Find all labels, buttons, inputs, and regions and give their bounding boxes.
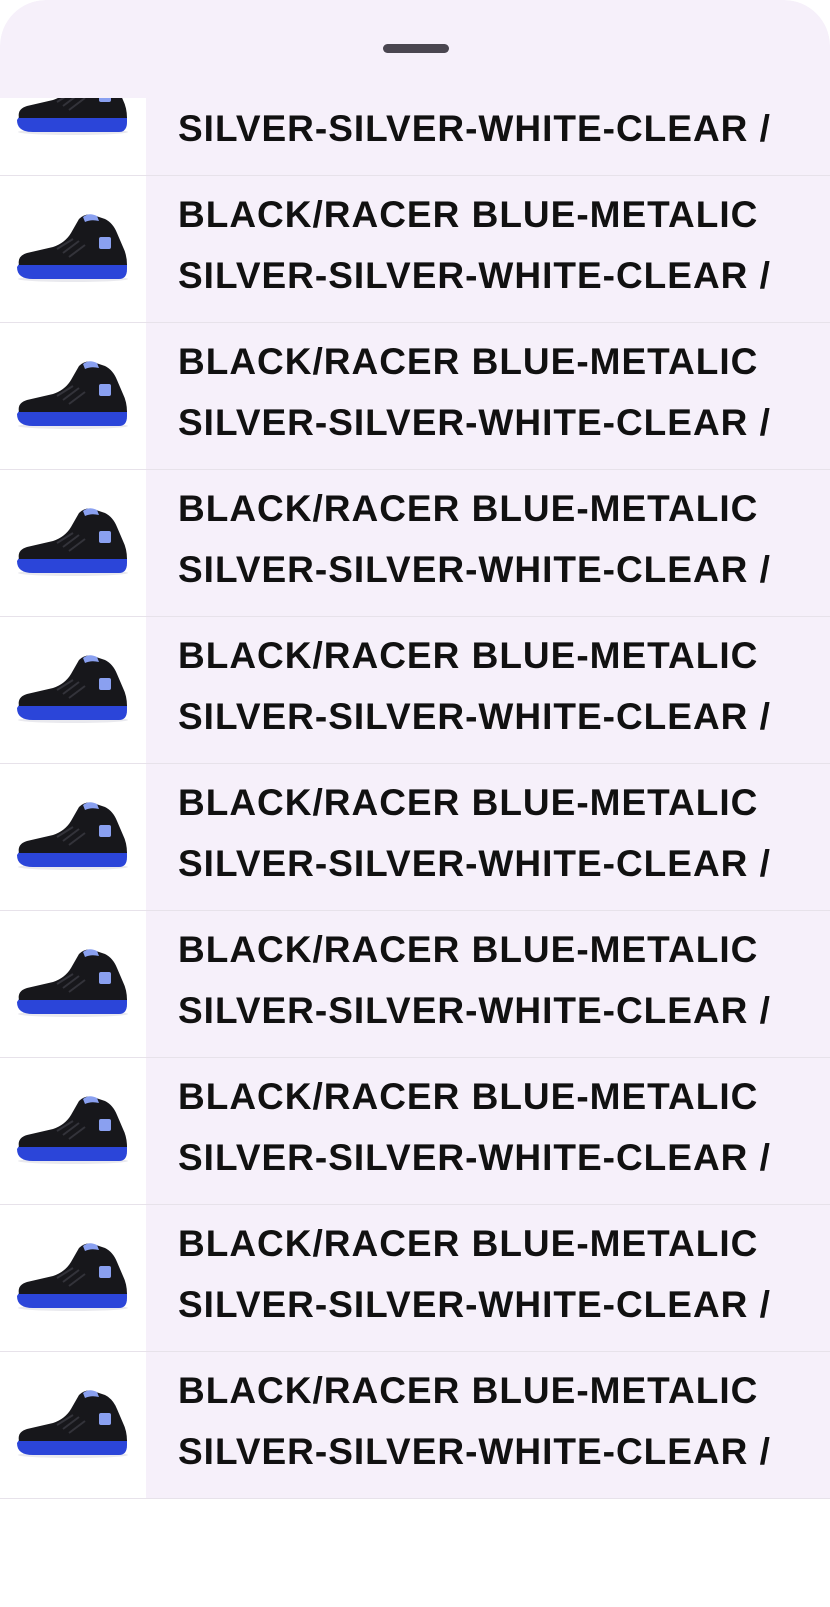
variant-text-area: BLACK/RACER BLUE-METALIC SILVER-SILVER-W… <box>146 1205 830 1351</box>
sneaker-thumbnail-icon <box>0 176 146 322</box>
variant-row-1[interactable]: BLACK/RACER BLUE-METALIC SILVER-SILVER-W… <box>0 176 830 323</box>
variant-row-2[interactable]: BLACK/RACER BLUE-METALIC SILVER-SILVER-W… <box>0 323 830 470</box>
variant-label: BLACK/RACER BLUE-METALIC SILVER-SILVER-W… <box>178 929 771 1057</box>
drag-handle-icon[interactable] <box>383 44 449 53</box>
sneaker-thumbnail-icon <box>0 1058 146 1204</box>
sneaker-thumbnail-icon <box>0 1352 146 1498</box>
variant-row-9[interactable]: BLACK/RACER BLUE-METALIC SILVER-SILVER-W… <box>0 1352 830 1499</box>
variant-label: BLACK/RACER BLUE-METALIC SILVER-SILVER-W… <box>178 1076 771 1204</box>
variant-text-area: BLACK/RACER BLUE-METALIC SILVER-SILVER-W… <box>146 1352 830 1498</box>
sneaker-thumbnail-icon <box>0 1205 146 1351</box>
variant-label: BLACK/RACER BLUE-METALIC SILVER-SILVER-W… <box>178 635 771 763</box>
variant-text-area: BLACK/RACER BLUE-METALIC SILVER-SILVER-W… <box>146 176 830 322</box>
variant-label: BLACK/RACER BLUE-METALIC SILVER-SILVER-W… <box>178 1223 771 1351</box>
variant-row-5[interactable]: BLACK/RACER BLUE-METALIC SILVER-SILVER-W… <box>0 764 830 911</box>
variant-text-area: BLACK/RACER BLUE-METALIC SILVER-SILVER-W… <box>146 470 830 616</box>
variant-row-6[interactable]: BLACK/RACER BLUE-METALIC SILVER-SILVER-W… <box>0 911 830 1058</box>
variant-text-area: BLACK/RACER BLUE-METALIC SILVER-SILVER-W… <box>146 323 830 469</box>
variant-row-3[interactable]: BLACK/RACER BLUE-METALIC SILVER-SILVER-W… <box>0 470 830 617</box>
variant-label: BLACK/RACER BLUE-METALIC SILVER-SILVER-W… <box>178 194 771 322</box>
variant-label: BLACK/RACER BLUE-METALIC SILVER-SILVER-W… <box>178 1370 771 1498</box>
variant-label: BLACK/RACER BLUE-METALIC SILVER-SILVER-W… <box>178 108 771 175</box>
sneaker-thumbnail-icon <box>0 98 146 175</box>
sneaker-thumbnail-icon <box>0 470 146 616</box>
variant-text-area: BLACK/RACER BLUE-METALIC SILVER-SILVER-W… <box>146 764 830 910</box>
variant-row-7[interactable]: BLACK/RACER BLUE-METALIC SILVER-SILVER-W… <box>0 1058 830 1205</box>
variant-list[interactable]: BLACK/RACER BLUE-METALIC SILVER-SILVER-W… <box>0 98 830 1508</box>
variant-text-area: BLACK/RACER BLUE-METALIC SILVER-SILVER-W… <box>146 911 830 1057</box>
variant-label: BLACK/RACER BLUE-METALIC SILVER-SILVER-W… <box>178 341 771 469</box>
bottom-sheet: BLACK/RACER BLUE-METALIC SILVER-SILVER-W… <box>0 0 830 1607</box>
variant-text-area: BLACK/RACER BLUE-METALIC SILVER-SILVER-W… <box>146 1058 830 1204</box>
variant-text-area: BLACK/RACER BLUE-METALIC SILVER-SILVER-W… <box>146 98 830 175</box>
sneaker-thumbnail-icon <box>0 617 146 763</box>
variant-list-content: BLACK/RACER BLUE-METALIC SILVER-SILVER-W… <box>0 98 830 1499</box>
sheet-header <box>0 0 830 98</box>
variant-row-0[interactable]: BLACK/RACER BLUE-METALIC SILVER-SILVER-W… <box>0 98 830 176</box>
variant-label: BLACK/RACER BLUE-METALIC SILVER-SILVER-W… <box>178 488 771 616</box>
variant-row-4[interactable]: BLACK/RACER BLUE-METALIC SILVER-SILVER-W… <box>0 617 830 764</box>
sneaker-thumbnail-icon <box>0 911 146 1057</box>
sneaker-thumbnail-icon <box>0 764 146 910</box>
sheet-footer <box>0 1508 830 1607</box>
variant-label: BLACK/RACER BLUE-METALIC SILVER-SILVER-W… <box>178 782 771 910</box>
sneaker-thumbnail-icon <box>0 323 146 469</box>
variant-row-8[interactable]: BLACK/RACER BLUE-METALIC SILVER-SILVER-W… <box>0 1205 830 1352</box>
variant-text-area: BLACK/RACER BLUE-METALIC SILVER-SILVER-W… <box>146 617 830 763</box>
